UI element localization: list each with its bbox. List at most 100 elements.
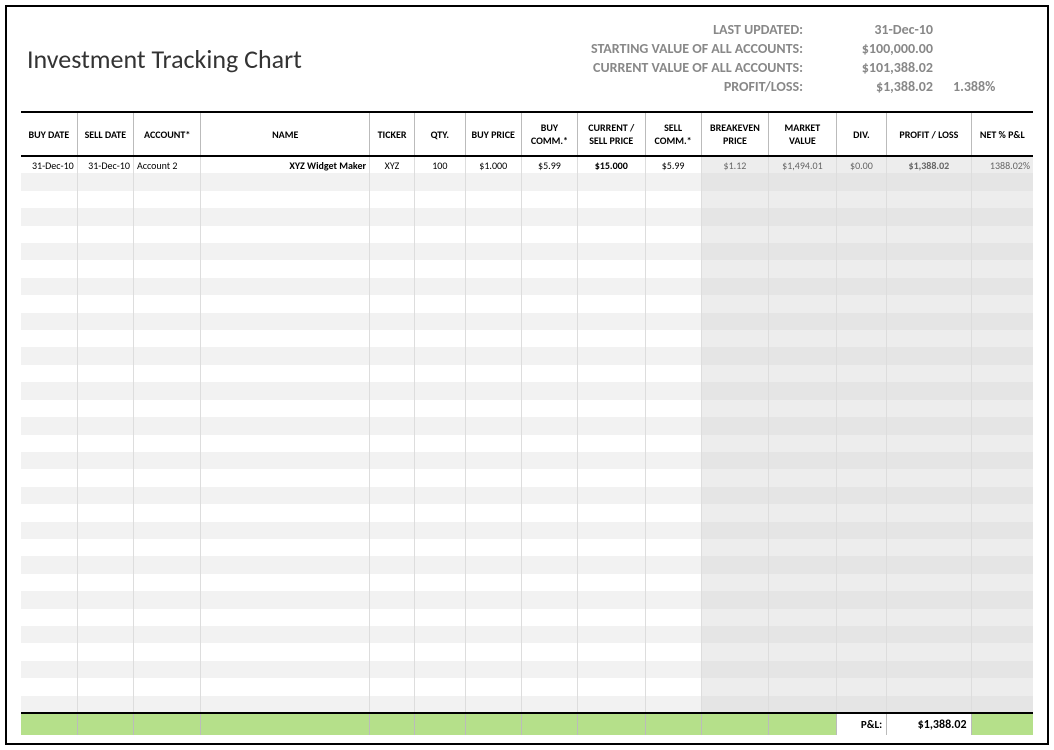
cell-net_pl[interactable]	[971, 313, 1033, 330]
cell-buy_date[interactable]	[21, 208, 77, 225]
cell-account[interactable]	[133, 469, 200, 486]
cell-market[interactable]	[769, 574, 836, 591]
cell-buy_comm[interactable]	[521, 504, 577, 521]
cell-breakeven[interactable]	[701, 382, 768, 399]
cell-sell_comm[interactable]: $5.99	[645, 156, 701, 173]
cell-account[interactable]	[133, 173, 200, 190]
cell-buy_date[interactable]	[21, 191, 77, 208]
cell-buy_date[interactable]	[21, 347, 77, 364]
cell-breakeven[interactable]	[701, 522, 768, 539]
cell-market[interactable]	[769, 295, 836, 312]
cell-profit_loss[interactable]	[887, 504, 971, 521]
cell-div[interactable]	[836, 208, 887, 225]
cell-div[interactable]	[836, 330, 887, 347]
cell-profit_loss[interactable]	[887, 173, 971, 190]
cell-breakeven[interactable]	[701, 574, 768, 591]
cell-net_pl[interactable]	[971, 382, 1033, 399]
cell-buy_date[interactable]	[21, 696, 77, 713]
cell-buy_comm[interactable]	[521, 469, 577, 486]
cell-sell_comm[interactable]	[645, 173, 701, 190]
cell-net_pl[interactable]	[971, 539, 1033, 556]
cell-profit_loss[interactable]	[887, 191, 971, 208]
cell-div[interactable]	[836, 678, 887, 695]
cell-name[interactable]	[201, 522, 370, 539]
cell-buy_date[interactable]	[21, 260, 77, 277]
cell-current_sell[interactable]	[578, 400, 645, 417]
cell-current_sell[interactable]	[578, 643, 645, 660]
cell-ticker[interactable]	[370, 208, 415, 225]
cell-account[interactable]	[133, 452, 200, 469]
cell-market[interactable]	[769, 191, 836, 208]
cell-div[interactable]	[836, 591, 887, 608]
cell-ticker[interactable]	[370, 191, 415, 208]
cell-div[interactable]	[836, 539, 887, 556]
cell-current_sell[interactable]	[578, 278, 645, 295]
cell-buy_date[interactable]	[21, 330, 77, 347]
cell-buy_date[interactable]	[21, 522, 77, 539]
cell-profit_loss[interactable]	[887, 417, 971, 434]
cell-net_pl[interactable]	[971, 609, 1033, 626]
cell-ticker[interactable]	[370, 661, 415, 678]
cell-sell_comm[interactable]	[645, 435, 701, 452]
cell-sell_comm[interactable]	[645, 556, 701, 573]
cell-current_sell[interactable]	[578, 522, 645, 539]
cell-qty[interactable]	[415, 556, 466, 573]
cell-buy_comm[interactable]	[521, 191, 577, 208]
cell-buy_comm[interactable]	[521, 313, 577, 330]
cell-buy_price[interactable]	[465, 696, 521, 713]
table-row[interactable]	[21, 661, 1033, 678]
cell-account[interactable]	[133, 522, 200, 539]
cell-buy_price[interactable]	[465, 365, 521, 382]
cell-sell_date[interactable]	[77, 487, 133, 504]
cell-name[interactable]	[201, 661, 370, 678]
cell-sell_comm[interactable]	[645, 295, 701, 312]
cell-buy_price[interactable]	[465, 313, 521, 330]
cell-buy_comm[interactable]	[521, 626, 577, 643]
cell-profit_loss[interactable]	[887, 469, 971, 486]
cell-net_pl[interactable]	[971, 643, 1033, 660]
cell-profit_loss[interactable]	[887, 313, 971, 330]
cell-qty[interactable]	[415, 330, 466, 347]
cell-buy_comm[interactable]	[521, 522, 577, 539]
cell-buy_comm[interactable]	[521, 435, 577, 452]
cell-qty[interactable]	[415, 661, 466, 678]
cell-net_pl[interactable]	[971, 243, 1033, 260]
cell-name[interactable]	[201, 365, 370, 382]
cell-breakeven[interactable]	[701, 260, 768, 277]
cell-qty[interactable]	[415, 382, 466, 399]
cell-current_sell[interactable]	[578, 260, 645, 277]
table-row[interactable]	[21, 626, 1033, 643]
cell-net_pl[interactable]	[971, 400, 1033, 417]
cell-account[interactable]	[133, 347, 200, 364]
cell-current_sell[interactable]	[578, 330, 645, 347]
cell-account[interactable]	[133, 365, 200, 382]
cell-sell_date[interactable]	[77, 452, 133, 469]
cell-sell_date[interactable]	[77, 313, 133, 330]
cell-market[interactable]	[769, 347, 836, 364]
cell-current_sell[interactable]	[578, 696, 645, 713]
cell-profit_loss[interactable]	[887, 643, 971, 660]
cell-qty[interactable]	[415, 609, 466, 626]
cell-buy_date[interactable]	[21, 382, 77, 399]
cell-buy_date[interactable]	[21, 626, 77, 643]
cell-name[interactable]	[201, 295, 370, 312]
cell-net_pl[interactable]	[971, 556, 1033, 573]
cell-qty[interactable]	[415, 469, 466, 486]
cell-profit_loss[interactable]	[887, 661, 971, 678]
cell-buy_comm[interactable]	[521, 591, 577, 608]
cell-buy_price[interactable]	[465, 191, 521, 208]
cell-sell_date[interactable]	[77, 504, 133, 521]
cell-buy_price[interactable]	[465, 678, 521, 695]
table-row[interactable]	[21, 487, 1033, 504]
cell-ticker[interactable]	[370, 347, 415, 364]
cell-account[interactable]	[133, 400, 200, 417]
cell-current_sell[interactable]	[578, 295, 645, 312]
cell-account[interactable]	[133, 226, 200, 243]
cell-buy_price[interactable]	[465, 243, 521, 260]
cell-ticker[interactable]	[370, 295, 415, 312]
cell-ticker[interactable]	[370, 452, 415, 469]
cell-sell_comm[interactable]	[645, 330, 701, 347]
cell-market[interactable]: $1,494.01	[769, 156, 836, 173]
table-row[interactable]	[21, 330, 1033, 347]
cell-buy_comm[interactable]	[521, 487, 577, 504]
